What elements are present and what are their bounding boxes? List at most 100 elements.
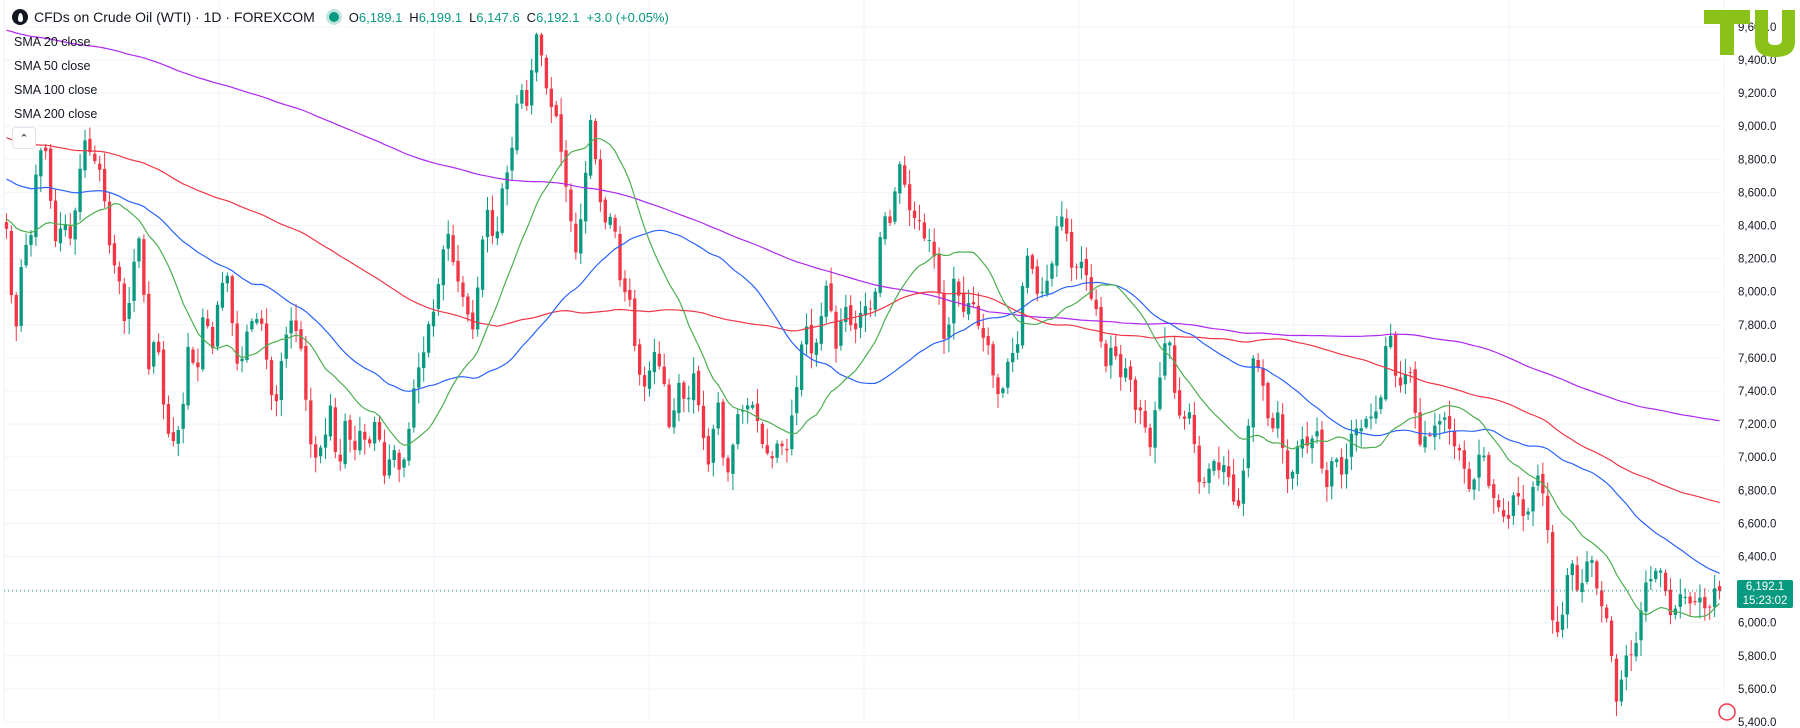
symbol-title[interactable]: CFDs on Crude Oil (WTI) · 1D · FOREXCOM [34, 9, 315, 25]
candle[interactable] [716, 402, 720, 429]
candle[interactable] [574, 223, 578, 253]
candle[interactable] [1433, 425, 1437, 438]
candle[interactable] [1590, 560, 1594, 563]
candle[interactable] [1276, 412, 1280, 429]
candle[interactable] [947, 324, 951, 338]
candle[interactable] [201, 317, 205, 370]
candle[interactable] [1173, 345, 1177, 393]
candle[interactable] [53, 200, 58, 242]
candle[interactable] [1447, 416, 1452, 429]
candle[interactable] [485, 209, 490, 238]
candle[interactable] [500, 188, 504, 233]
candle[interactable] [93, 153, 97, 162]
candle[interactable] [1487, 455, 1491, 487]
candle[interactable] [1698, 597, 1702, 603]
candle[interactable] [1693, 601, 1697, 603]
candle[interactable] [1212, 461, 1216, 471]
candle[interactable] [1163, 343, 1167, 376]
candle[interactable] [1246, 425, 1250, 469]
candle[interactable] [1300, 439, 1304, 449]
candle[interactable] [849, 305, 853, 326]
candle[interactable] [328, 405, 333, 437]
candle[interactable] [490, 210, 495, 236]
candle[interactable] [780, 443, 784, 447]
candle[interactable] [363, 431, 367, 440]
candle[interactable] [1717, 586, 1722, 591]
candle[interactable] [1379, 397, 1383, 410]
candle[interactable] [770, 456, 774, 459]
candle[interactable] [682, 382, 686, 399]
candle[interactable] [171, 432, 176, 442]
candle[interactable] [1104, 343, 1108, 367]
candle[interactable] [1349, 433, 1354, 457]
candle[interactable] [417, 367, 421, 388]
candle[interactable] [937, 254, 941, 294]
candle[interactable] [1389, 335, 1393, 348]
candle[interactable] [701, 405, 706, 439]
candle[interactable] [1506, 514, 1511, 519]
indicator-sma50-label[interactable]: SMA 50 close [14, 59, 90, 73]
candle[interactable] [186, 346, 190, 406]
candle[interactable] [819, 316, 823, 344]
candle[interactable] [1708, 606, 1712, 608]
candle[interactable] [687, 397, 691, 400]
candle[interactable] [1089, 277, 1093, 299]
candle[interactable] [161, 349, 166, 405]
candle[interactable] [260, 318, 264, 324]
candle[interactable] [1281, 414, 1285, 448]
candle[interactable] [868, 308, 873, 310]
candle[interactable] [1256, 359, 1260, 368]
candle[interactable] [206, 318, 210, 327]
candle[interactable] [912, 210, 917, 219]
candle[interactable] [790, 415, 794, 450]
candle[interactable] [1438, 421, 1442, 425]
candle[interactable] [1413, 369, 1417, 413]
candle[interactable] [382, 442, 387, 476]
candle[interactable] [441, 249, 445, 286]
market-status-icon[interactable] [328, 12, 339, 22]
candle[interactable] [677, 382, 681, 414]
candle[interactable] [1521, 499, 1525, 517]
candle[interactable] [1649, 579, 1653, 582]
candle[interactable] [1629, 654, 1633, 656]
candle[interactable] [824, 285, 828, 317]
candle[interactable] [1683, 596, 1687, 598]
candle[interactable] [1143, 410, 1147, 428]
candle[interactable] [809, 324, 814, 354]
candle[interactable] [1133, 379, 1138, 410]
candle[interactable] [981, 328, 985, 338]
candle[interactable] [461, 282, 465, 297]
candle[interactable] [1271, 418, 1275, 429]
collapse-indicators-button[interactable]: ⌃ [12, 127, 36, 149]
candle[interactable] [1364, 418, 1368, 428]
candle[interactable] [1663, 572, 1668, 592]
candle[interactable] [480, 239, 485, 290]
candle[interactable] [279, 360, 284, 401]
candle[interactable] [1654, 570, 1658, 580]
candle[interactable] [1472, 479, 1476, 490]
candle[interactable] [593, 121, 598, 160]
candle[interactable] [922, 222, 927, 239]
candle[interactable] [1065, 218, 1069, 234]
candle[interactable] [1658, 570, 1663, 573]
candle[interactable] [1040, 291, 1044, 293]
candle[interactable] [1600, 590, 1604, 607]
candle[interactable] [9, 231, 14, 296]
candle[interactable] [633, 298, 637, 346]
candle[interactable] [1462, 450, 1466, 469]
candle[interactable] [1398, 377, 1403, 386]
candle[interactable] [549, 88, 553, 108]
candle[interactable] [1231, 474, 1236, 502]
candle[interactable] [196, 362, 200, 368]
candle[interactable] [706, 436, 711, 465]
candle[interactable] [1138, 407, 1143, 411]
candle[interactable] [264, 323, 269, 360]
candle[interactable] [888, 216, 892, 223]
candle[interactable] [1531, 486, 1535, 512]
candle[interactable] [1158, 377, 1162, 409]
candle[interactable] [1634, 643, 1638, 657]
candle[interactable] [608, 216, 612, 225]
candle[interactable] [1457, 447, 1462, 451]
indicator-sma100-label[interactable]: SMA 100 close [14, 83, 97, 97]
candle[interactable] [274, 394, 279, 402]
